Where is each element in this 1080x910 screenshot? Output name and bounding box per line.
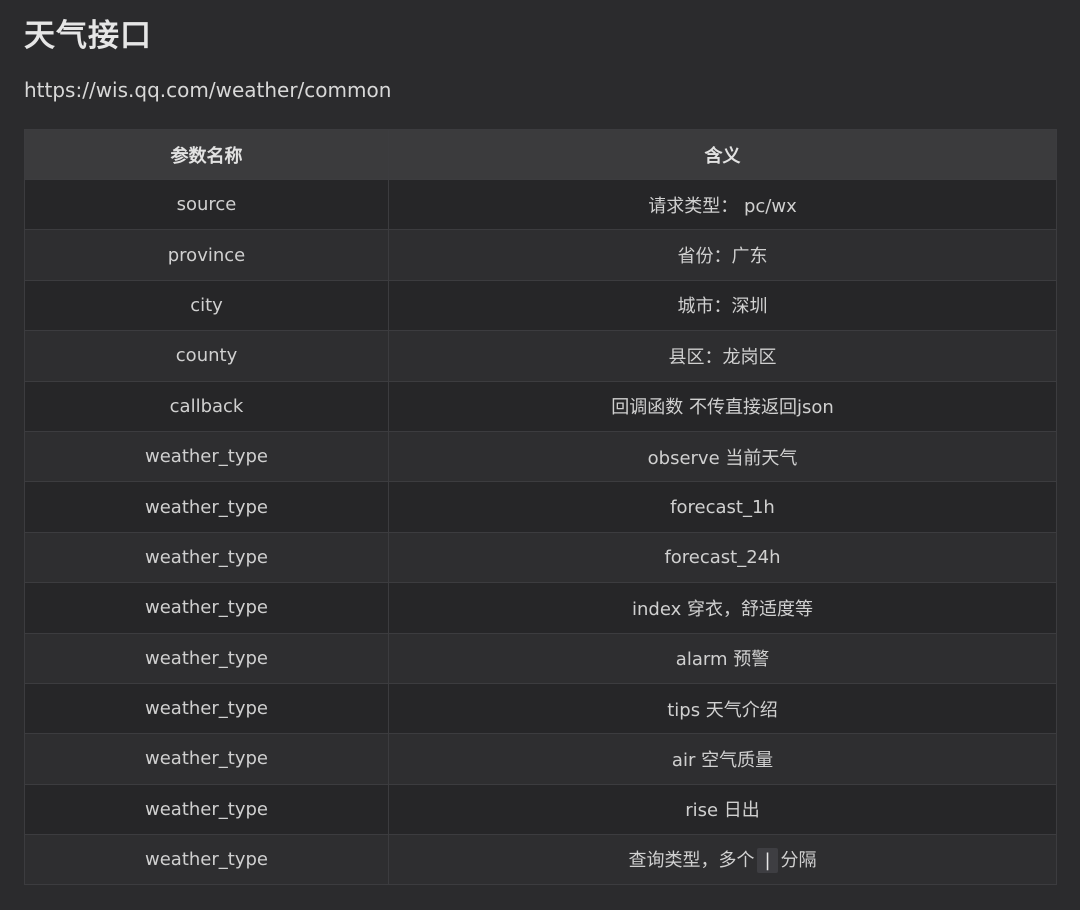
- desc-cell: 省份：广东: [388, 229, 1057, 281]
- param-cell: weather_type: [24, 632, 389, 684]
- param-cell: weather_type: [24, 430, 389, 483]
- param-cell: weather_type: [24, 531, 389, 584]
- table-row: weather_type forecast_1h: [24, 481, 1057, 533]
- desc-cell: index 穿衣，舒适度等: [388, 582, 1057, 634]
- table-row: weather_type air 空气质量: [24, 733, 1057, 785]
- desc-text-before: 查询类型，多个: [628, 850, 755, 872]
- desc-cell: alarm 预警: [388, 632, 1057, 684]
- table-row: weather_type tips 天气介绍: [24, 682, 1057, 735]
- table-row: province 省份：广东: [24, 229, 1057, 281]
- param-cell: weather_type: [24, 582, 389, 634]
- table-header-row: 参数名称 含义: [24, 129, 1057, 180]
- desc-text-after: 分隔: [780, 850, 817, 872]
- table-row: weather_type rise 日出: [24, 783, 1057, 836]
- desc-cell: forecast_24h: [388, 531, 1057, 584]
- table-row: callback 回调函数 不传直接返回json: [24, 380, 1057, 432]
- desc-cell: 县区：龙岗区: [388, 330, 1057, 382]
- param-cell: province: [24, 229, 389, 281]
- table-row: city 城市：深圳: [24, 279, 1057, 332]
- desc-cell: observe 当前天气: [388, 430, 1057, 483]
- param-cell: weather_type: [24, 733, 389, 785]
- separator-code: |: [757, 848, 778, 874]
- parameter-table: 参数名称 含义 source 请求类型： pc/wx province 省份：广…: [24, 129, 1057, 886]
- table-row: weather_type observe 当前天气: [24, 430, 1057, 483]
- header-param-name: 参数名称: [24, 129, 389, 180]
- param-cell: weather_type: [24, 834, 389, 886]
- endpoint-url: https://wis.qq.com/weather/common: [24, 78, 392, 102]
- param-cell: weather_type: [24, 481, 389, 533]
- desc-cell: 城市：深圳: [388, 279, 1057, 332]
- desc-cell: air 空气质量: [388, 733, 1057, 785]
- table-row: weather_type index 穿衣，舒适度等: [24, 582, 1057, 634]
- table-row: weather_type 查询类型，多个 | 分隔: [24, 834, 1057, 886]
- header-meaning: 含义: [388, 129, 1057, 180]
- desc-cell: 回调函数 不传直接返回json: [388, 380, 1057, 432]
- table-row: source 请求类型： pc/wx: [24, 178, 1057, 231]
- page-title: 天气接口: [24, 18, 152, 54]
- param-cell: city: [24, 279, 389, 332]
- param-cell: county: [24, 330, 389, 382]
- table-row: weather_type alarm 预警: [24, 632, 1057, 684]
- param-cell: source: [24, 178, 389, 231]
- param-cell: callback: [24, 380, 389, 432]
- desc-cell: tips 天气介绍: [388, 682, 1057, 735]
- param-cell: weather_type: [24, 682, 389, 735]
- table-row: county 县区：龙岗区: [24, 330, 1057, 382]
- table-row: weather_type forecast_24h: [24, 531, 1057, 584]
- desc-cell: rise 日出: [388, 783, 1057, 836]
- desc-cell: 请求类型： pc/wx: [388, 178, 1057, 231]
- desc-cell: 查询类型，多个 | 分隔: [388, 834, 1057, 886]
- desc-cell: forecast_1h: [388, 481, 1057, 533]
- param-cell: weather_type: [24, 783, 389, 836]
